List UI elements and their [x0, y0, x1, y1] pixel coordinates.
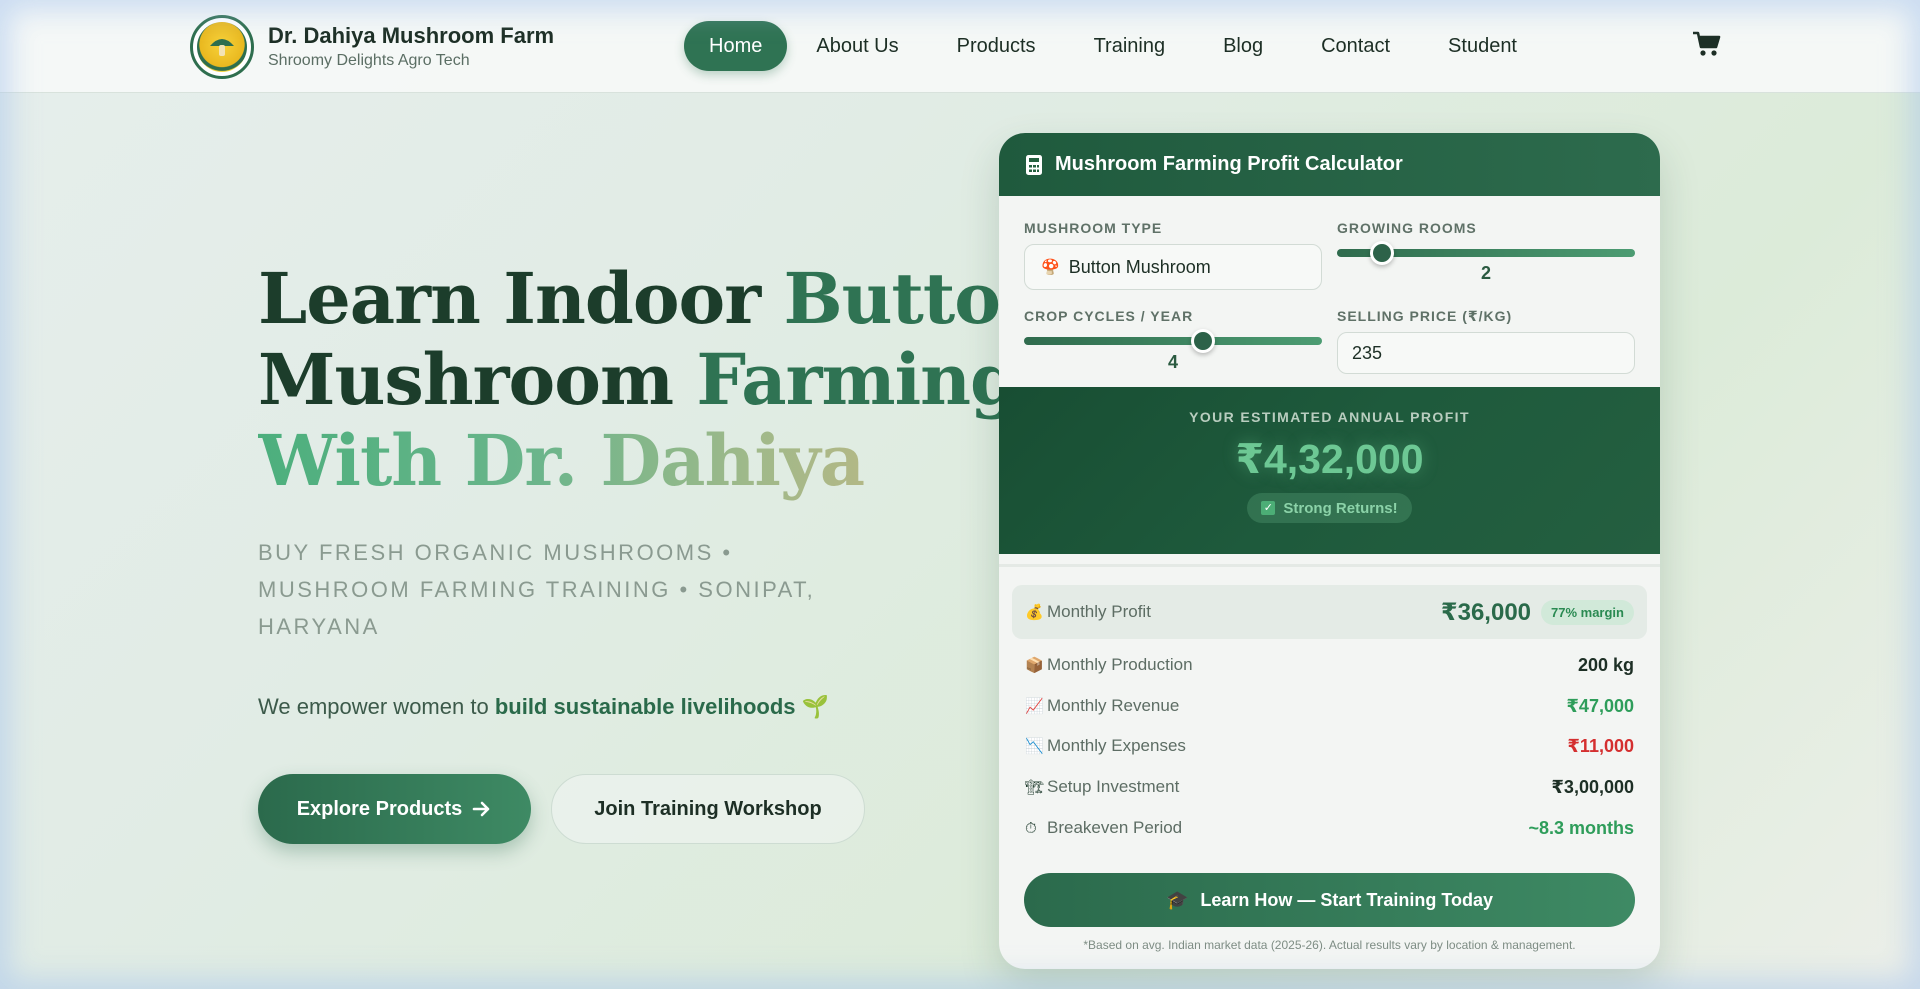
join-training-button[interactable]: Join Training Workshop: [551, 774, 865, 844]
hero-title-line2-a: Mushroom: [258, 338, 674, 421]
monthly-production-label: Monthly Production: [1047, 655, 1193, 674]
profit-status-badge: ✓ Strong Returns!: [1247, 493, 1412, 523]
margin-badge: 77% margin: [1541, 599, 1634, 625]
growing-rooms-slider-thumb[interactable]: [1369, 241, 1394, 265]
selling-price-input[interactable]: [1337, 332, 1635, 374]
chart-down-icon: 📉: [1025, 738, 1044, 755]
annual-profit-panel: YOUR ESTIMATED ANNUAL PROFIT ₹4,32,000 ✓…: [999, 387, 1660, 554]
profit-calculator-card: Mushroom Farming Profit Calculator MUSHR…: [999, 133, 1660, 969]
arrow-right-icon: [472, 801, 490, 817]
main-nav: Home About Us Products Training Blog Con…: [684, 21, 1546, 71]
monthly-expenses-label: Monthly Expenses: [1047, 736, 1186, 755]
package-icon: 📦: [1025, 657, 1044, 674]
monthly-production-value: 200 kg: [1577, 654, 1634, 675]
explore-products-label: Explore Products: [296, 797, 463, 820]
nav-blog[interactable]: Blog: [1194, 21, 1292, 71]
breakeven-label: Breakeven Period: [1047, 818, 1183, 837]
section-divider: [999, 564, 1660, 567]
stopwatch-icon: ⏱: [1025, 819, 1037, 837]
selling-price-label: SELLING PRICE (₹/KG): [1337, 308, 1513, 324]
monthly-profit-value: ₹36,000: [1440, 598, 1532, 626]
crop-cycles-slider-thumb[interactable]: [1190, 329, 1215, 353]
construction-icon: 🏗: [1025, 779, 1045, 796]
nav-student[interactable]: Student: [1419, 21, 1546, 71]
cart-icon[interactable]: [1692, 30, 1722, 60]
graduation-cap-icon: 🎓: [1165, 889, 1189, 910]
calculator-title: Mushroom Farming Profit Calculator: [1055, 153, 1403, 175]
crop-cycles-label: CROP CYCLES / YEAR: [1024, 308, 1194, 324]
breakeven-row: ⏱ Breakeven Period ~8.3 months: [1012, 802, 1647, 854]
start-training-label: Learn How — Start Training Today: [1200, 889, 1494, 910]
monthly-profit-row: 💰 Monthly Profit ₹36,000 77% margin: [1012, 585, 1647, 639]
annual-profit-value: ₹4,32,000: [1235, 436, 1424, 482]
brand-title: Dr. Dahiya Mushroom Farm: [268, 23, 555, 48]
brand[interactable]: Dr. Dahiya Mushroom Farm Shroomy Delight…: [190, 15, 554, 79]
hero-title-line1-a: Learn Indoor: [258, 257, 761, 340]
checkmark-icon: ✓: [1261, 501, 1276, 515]
chart-up-icon: 📈: [1025, 698, 1044, 715]
hero-mission: We empower women to build sustainable li…: [258, 694, 829, 720]
nav-training[interactable]: Training: [1065, 21, 1195, 71]
setup-investment-value: ₹3,00,000: [1551, 776, 1634, 797]
mushroom-logo-icon: [190, 15, 254, 79]
monthly-profit-label: Monthly Profit: [1047, 602, 1151, 621]
seedling-icon: 🌱: [801, 694, 830, 719]
nav-about-us[interactable]: About Us: [787, 21, 927, 71]
explore-products-button[interactable]: Explore Products: [258, 774, 531, 844]
mission-prefix: We empower women to: [258, 694, 489, 719]
crop-cycles-value: 4: [1167, 352, 1178, 372]
profit-status-text: Strong Returns!: [1283, 499, 1398, 517]
mushroom-type-label: MUSHROOM TYPE: [1024, 220, 1163, 236]
growing-rooms-value: 2: [1480, 263, 1491, 283]
setup-investment-label: Setup Investment: [1047, 777, 1180, 796]
nav-home[interactable]: Home: [684, 21, 788, 71]
brand-subtitle: Shroomy Delights Agro Tech: [268, 52, 470, 69]
start-training-button[interactable]: 🎓 Learn How — Start Training Today: [1024, 873, 1635, 927]
mushroom-icon: 🍄: [1041, 259, 1060, 276]
annual-profit-label: YOUR ESTIMATED ANNUAL PROFIT: [1189, 409, 1470, 425]
hero-title-line2-b: Farming: [696, 338, 1019, 421]
breakeven-value: ~8.3 months: [1528, 817, 1634, 838]
calculator-footnote: *Based on avg. Indian market data (2025-…: [1083, 938, 1576, 952]
calculator-icon: [1026, 154, 1042, 175]
monthly-expenses-value: ₹11,000: [1567, 735, 1634, 756]
hero-title-line3: With Dr. Dahiya: [258, 420, 958, 501]
monthly-revenue-label: Monthly Revenue: [1047, 696, 1180, 715]
top-navbar: Dr. Dahiya Mushroom Farm Shroomy Delight…: [0, 0, 1920, 93]
mushroom-type-value: Button Mushroom: [1068, 256, 1211, 277]
mission-highlight: build sustainable livelihoods: [494, 694, 796, 719]
money-bag-icon: 💰: [1025, 604, 1044, 621]
hero-title: Learn Indoor Button Mushroom Farming Wit…: [258, 257, 1051, 501]
nav-contact[interactable]: Contact: [1292, 21, 1419, 71]
monthly-revenue-value: ₹47,000: [1566, 695, 1634, 716]
nav-products[interactable]: Products: [928, 21, 1065, 71]
crop-cycles-slider[interactable]: [1024, 337, 1322, 345]
growing-rooms-label: GROWING ROOMS: [1337, 220, 1477, 236]
mushroom-type-select[interactable]: 🍄 Button Mushroom: [1024, 244, 1322, 290]
hero-tagline: BUY FRESH ORGANIC MUSHROOMS • MUSHROOM F…: [258, 540, 816, 639]
calculator-header: Mushroom Farming Profit Calculator: [999, 133, 1660, 196]
